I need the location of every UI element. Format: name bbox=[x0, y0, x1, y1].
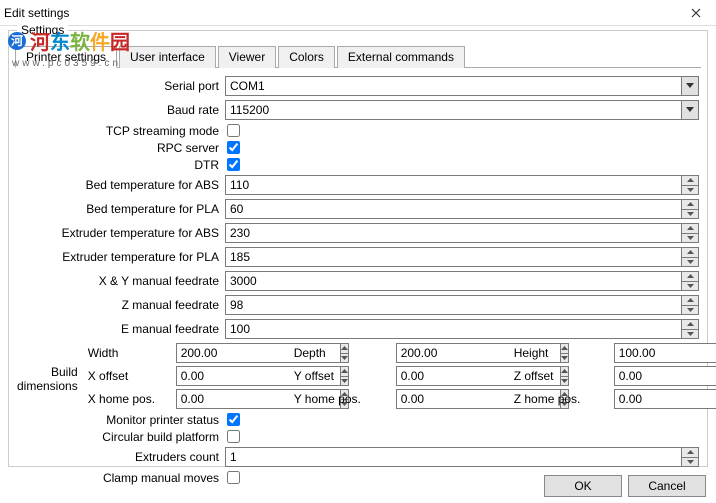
bed-abs-spinner[interactable] bbox=[682, 175, 699, 195]
window-title: Edit settings bbox=[4, 6, 69, 20]
circular-label: Circular build platform bbox=[17, 430, 225, 444]
baud-rate-dropdown[interactable] bbox=[681, 101, 698, 119]
serial-port-input[interactable] bbox=[226, 77, 681, 95]
close-button[interactable] bbox=[676, 0, 716, 26]
z-feed-input[interactable] bbox=[225, 295, 682, 315]
x-offset-label: X offset bbox=[88, 369, 168, 383]
depth-label: Depth bbox=[294, 346, 388, 360]
tab-user-interface[interactable]: User interface bbox=[119, 46, 216, 68]
extruders-label: Extruders count bbox=[17, 450, 225, 464]
bed-pla-spinner[interactable] bbox=[682, 199, 699, 219]
close-icon bbox=[691, 8, 701, 18]
z-offset-input[interactable] bbox=[614, 366, 716, 386]
extruders-input[interactable] bbox=[225, 447, 682, 467]
baud-rate-input[interactable] bbox=[226, 101, 681, 119]
z-offset-label: Z offset bbox=[514, 369, 606, 383]
groupbox-legend: Settings bbox=[17, 23, 68, 37]
titlebar: Edit settings bbox=[0, 0, 716, 26]
build-dim-label: Build dimensions bbox=[17, 343, 84, 393]
z-home-input[interactable] bbox=[614, 389, 716, 409]
e-feed-input[interactable] bbox=[225, 319, 682, 339]
monitor-checkbox[interactable] bbox=[227, 413, 240, 426]
y-home-label: Y home pos. bbox=[294, 392, 388, 406]
height-label: Height bbox=[514, 346, 606, 360]
dialog-footer: OK Cancel bbox=[544, 475, 706, 497]
rpc-server-label: RPC server bbox=[17, 141, 225, 155]
serial-port-combo[interactable] bbox=[225, 76, 699, 96]
serial-port-dropdown[interactable] bbox=[681, 77, 698, 95]
z-feed-label: Z manual feedrate bbox=[17, 298, 225, 312]
tab-colors[interactable]: Colors bbox=[278, 46, 335, 68]
chevron-down-icon bbox=[686, 107, 694, 113]
z-feed-spinner[interactable] bbox=[682, 295, 699, 315]
x-home-label: X home pos. bbox=[88, 392, 168, 406]
z-home-label: Z home pos. bbox=[514, 392, 606, 406]
e-feed-spinner[interactable] bbox=[682, 319, 699, 339]
form: Serial port Baud rate TCP streaming mode… bbox=[9, 68, 707, 490]
tcp-streaming-label: TCP streaming mode bbox=[17, 124, 225, 138]
clamp-checkbox[interactable] bbox=[227, 471, 240, 484]
bed-pla-input[interactable] bbox=[225, 199, 682, 219]
serial-port-label: Serial port bbox=[17, 79, 225, 93]
ext-abs-label: Extruder temperature for ABS bbox=[17, 226, 225, 240]
baud-rate-label: Baud rate bbox=[17, 103, 225, 117]
ext-pla-input[interactable] bbox=[225, 247, 682, 267]
y-offset-label: Y offset bbox=[294, 369, 388, 383]
baud-rate-combo[interactable] bbox=[225, 100, 699, 120]
width-label: Width bbox=[88, 346, 168, 360]
ext-pla-label: Extruder temperature for PLA bbox=[17, 250, 225, 264]
bed-abs-label: Bed temperature for ABS bbox=[17, 178, 225, 192]
bed-abs-input[interactable] bbox=[225, 175, 682, 195]
settings-groupbox: Settings Printer settings User interface… bbox=[8, 30, 708, 467]
height-input[interactable] bbox=[614, 343, 716, 363]
tab-strip: Printer settings User interface Viewer C… bbox=[15, 45, 701, 68]
ok-button[interactable]: OK bbox=[544, 475, 622, 497]
xy-feed-spinner[interactable] bbox=[682, 271, 699, 291]
build-dim-grid: Width Depth Height X offset Y offset Z o… bbox=[88, 343, 716, 409]
tab-external-commands[interactable]: External commands bbox=[337, 46, 465, 68]
xy-feed-label: X & Y manual feedrate bbox=[17, 274, 225, 288]
xy-feed-input[interactable] bbox=[225, 271, 682, 291]
tcp-streaming-checkbox[interactable] bbox=[227, 124, 240, 137]
dtr-label: DTR bbox=[17, 158, 225, 172]
e-feed-label: E manual feedrate bbox=[17, 322, 225, 336]
bed-pla-label: Bed temperature for PLA bbox=[17, 202, 225, 216]
circular-checkbox[interactable] bbox=[227, 430, 240, 443]
tab-viewer[interactable]: Viewer bbox=[218, 46, 276, 68]
ext-pla-spinner[interactable] bbox=[682, 247, 699, 267]
monitor-label: Monitor printer status bbox=[17, 413, 225, 427]
dtr-checkbox[interactable] bbox=[227, 158, 240, 171]
extruders-spinner[interactable] bbox=[682, 447, 699, 467]
ext-abs-spinner[interactable] bbox=[682, 223, 699, 243]
rpc-server-checkbox[interactable] bbox=[227, 141, 240, 154]
chevron-down-icon bbox=[686, 83, 694, 89]
cancel-button[interactable]: Cancel bbox=[628, 475, 706, 497]
tab-printer-settings[interactable]: Printer settings bbox=[15, 46, 117, 68]
ext-abs-input[interactable] bbox=[225, 223, 682, 243]
clamp-label: Clamp manual moves bbox=[17, 471, 225, 485]
